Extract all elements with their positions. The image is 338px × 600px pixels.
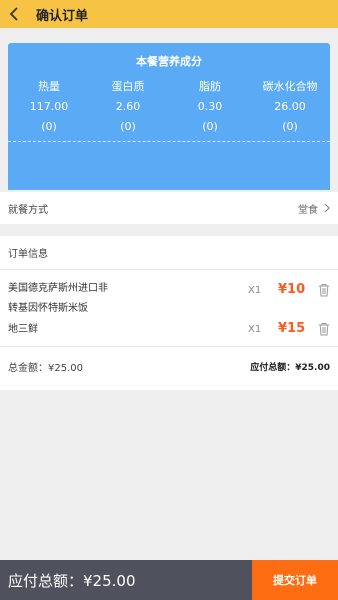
bottom-bar: 应付总额：¥25.00 提交订单 <box>0 560 338 600</box>
dining-method-label: 就餐方式 <box>8 204 48 216</box>
total-amount: 总金额：¥25.00 <box>8 363 83 374</box>
nutrition-value: 26.00 <box>274 100 306 113</box>
chevron-right-icon <box>324 203 330 213</box>
order-total-row: 总金额：¥25.00 应付总额：¥25.00 <box>0 346 338 386</box>
item-name-line: 转基因怀特斯米饭 <box>8 303 88 314</box>
nutrition-sub: (0) <box>120 120 136 133</box>
dining-method-value: 堂食 <box>298 204 318 216</box>
dining-method-row[interactable]: 就餐方式 堂食 <box>0 192 338 224</box>
item-quantity: X1 <box>248 285 262 296</box>
order-info-title: 订单信息 <box>0 236 338 270</box>
footer-total: 应付总额：¥25.00 <box>8 571 136 590</box>
nutrition-label: 热量 <box>38 80 60 93</box>
nutrition-value: 0.30 <box>197 100 223 113</box>
item-price: ¥15 <box>278 321 306 336</box>
nutrition-sub: (0) <box>282 120 298 133</box>
nutrition-label: 蛋白质 <box>111 80 145 93</box>
nutrition-column-protein: 蛋白质 2.60 (0) <box>93 77 163 137</box>
trash-icon[interactable] <box>318 322 330 336</box>
payable-amount: 应付总额：¥25.00 <box>250 363 330 373</box>
nutrition-panel: 本餐营养成分 热量 117.00 (0) 蛋白质 2.60 (0) 脂肪 0.3… <box>8 43 330 190</box>
submit-order-button[interactable]: 提交订单 <box>252 560 338 600</box>
nutrition-label: 脂肪 <box>199 80 221 93</box>
dining-method-selector: 堂食 <box>298 201 330 216</box>
back-icon[interactable] <box>0 0 28 28</box>
trash-icon[interactable] <box>318 283 330 297</box>
item-name-line: 地三鲜 <box>8 324 38 335</box>
nutrition-value: 117.00 <box>29 100 69 113</box>
top-bar: 确认订单 <box>0 0 338 28</box>
order-item: 地三鲜 X1 ¥15 <box>0 321 338 345</box>
order-item: 美国德克萨斯州进口非 转基因怀特斯米饭 X1 ¥10 <box>0 280 338 322</box>
item-price: ¥10 <box>278 282 306 297</box>
dashed-divider <box>8 141 330 142</box>
item-name-line: 美国德克萨斯州进口非 <box>8 283 108 294</box>
nutrition-value: 2.60 <box>115 100 141 113</box>
nutrition-title: 本餐营养成分 <box>136 55 202 68</box>
item-quantity: X1 <box>248 324 262 335</box>
item-name: 地三鲜 <box>8 321 118 339</box>
nutrition-sub: (0) <box>41 120 57 133</box>
nutrition-label: 碳水化合物 <box>262 80 318 93</box>
nutrition-column-fat: 脂肪 0.30 (0) <box>175 77 245 137</box>
nutrition-column-calories: 热量 117.00 (0) <box>14 77 84 137</box>
page-title: 确认订单 <box>36 8 89 24</box>
item-name: 美国德克萨斯州进口非 转基因怀特斯米饭 <box>8 280 118 318</box>
nutrition-sub: (0) <box>202 120 218 133</box>
nutrition-column-carbs: 碳水化合物 26.00 (0) <box>255 77 325 137</box>
